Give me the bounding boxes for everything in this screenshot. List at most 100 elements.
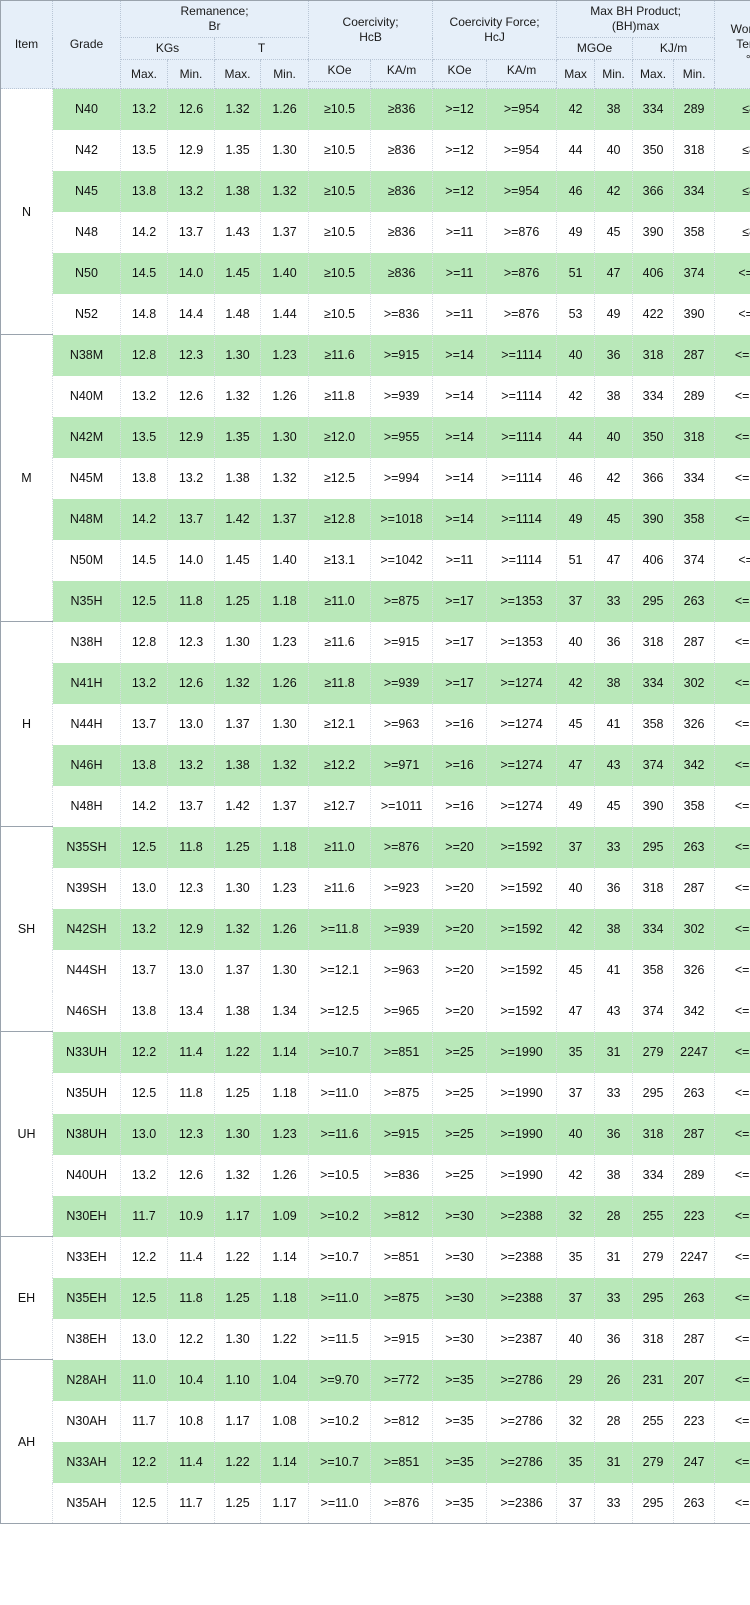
cell-hcb-kam: ≥836 — [370, 88, 434, 130]
cell-grade: N46SH — [52, 990, 121, 1032]
cell-working-temp: <=120 — [714, 785, 750, 827]
cell-br-t-min: 1.22 — [260, 1318, 310, 1360]
cell-working-temp: <=150 — [714, 990, 750, 1032]
cell-bh-mgoe-min: 33 — [594, 580, 634, 622]
cell-bh-mgoe-max: 42 — [556, 662, 596, 704]
cell-br-t-min: 1.14 — [260, 1236, 310, 1278]
table-row: N44SH 13.7 13.0 1.37 1.30 >=12.1 >=963 >=20 >=15… — [1, 949, 750, 991]
cell-working-temp: <=100 — [714, 375, 750, 417]
cell-bh-mgoe-max: 37 — [556, 1277, 596, 1319]
cell-working-temp: <=200 — [714, 1318, 750, 1360]
cell-bh-mgoe-min: 38 — [594, 88, 634, 130]
cell-br-t-min: 1.18 — [260, 826, 310, 868]
cell-br-kgs-min: 12.3 — [167, 1113, 215, 1155]
cell-br-kgs-min: 10.9 — [167, 1195, 215, 1237]
cell-br-t-max: 1.30 — [214, 621, 261, 663]
cell-br-kgs-max: 13.2 — [120, 1154, 168, 1196]
cell-hcj-koe: >=17 — [432, 621, 488, 663]
cell-hcb-koe: ≥12.1 — [308, 703, 372, 745]
col-header-bh-kjm-min: Min. — [673, 59, 716, 89]
col-header-remanence: Remanence; Br — [120, 0, 310, 38]
cell-hcb-kam: >=836 — [370, 1154, 434, 1196]
cell-hcb-koe: ≥12.0 — [308, 416, 372, 458]
cell-br-t-max: 1.25 — [214, 1482, 261, 1524]
cell-hcj-kam: >=1592 — [486, 949, 558, 991]
cell-bh-mgoe-max: 46 — [556, 457, 596, 499]
cell-bh-kjm-max: 334 — [632, 88, 675, 130]
cell-bh-kjm-max: 374 — [632, 744, 675, 786]
cell-hcj-koe: >=17 — [432, 662, 488, 704]
cell-bh-kjm-min: 289 — [673, 88, 716, 130]
cell-br-t-min: 1.26 — [260, 662, 310, 704]
table-row: N41H 13.2 12.6 1.32 1.26 ≥11.8 >=939 >=17 >=1274… — [1, 662, 750, 704]
cell-br-kgs-min: 12.3 — [167, 621, 215, 663]
cell-hcb-kam: >=915 — [370, 621, 434, 663]
cell-grade: N44SH — [52, 949, 121, 991]
cell-hcb-kam: >=851 — [370, 1031, 434, 1073]
cell-bh-mgoe-max: 35 — [556, 1441, 596, 1483]
cell-bh-kjm-max: 334 — [632, 375, 675, 417]
cell-hcb-koe: >=10.5 — [308, 1154, 372, 1196]
table-row: N48H 14.2 13.7 1.42 1.37 ≥12.7 >=1011 >=16 >=127… — [1, 785, 750, 827]
cell-bh-mgoe-max: 37 — [556, 580, 596, 622]
cell-br-kgs-min: 11.8 — [167, 826, 215, 868]
cell-bh-kjm-min: 287 — [673, 1318, 716, 1360]
cell-grade: N28AH — [52, 1359, 121, 1401]
cell-working-temp: <=120 — [714, 703, 750, 745]
cell-br-kgs-min: 13.0 — [167, 703, 215, 745]
table-row: N44H 13.7 13.0 1.37 1.30 ≥12.1 >=963 >=16 >=1274… — [1, 703, 750, 745]
cell-bh-kjm-min: 342 — [673, 744, 716, 786]
cell-grade: N35EH — [52, 1277, 121, 1319]
col-header-br-t-min: Min. — [260, 59, 310, 89]
cell-br-t-min: 1.32 — [260, 457, 310, 499]
cell-hcj-kam: >=876 — [486, 293, 558, 335]
col-header-bh-mgoe-max: Max — [556, 59, 596, 89]
cell-working-temp: <=80 — [714, 539, 750, 581]
cell-bh-mgoe-min: 38 — [594, 908, 634, 950]
cell-grade: N35AH — [52, 1482, 121, 1524]
magnet-grade-spec-table: Item Grade Remanence; Br Coercivity; HcB… — [0, 0, 750, 1524]
cell-bh-kjm-min: 287 — [673, 621, 716, 663]
cell-br-kgs-max: 12.5 — [120, 826, 168, 868]
cell-bh-kjm-min: 287 — [673, 1113, 716, 1155]
cell-working-temp: <=120 — [714, 662, 750, 704]
cell-br-kgs-min: 10.8 — [167, 1400, 215, 1442]
cell-hcb-koe: ≥11.6 — [308, 867, 372, 909]
header-row-groups: Item Grade Remanence; Br Coercivity; HcB… — [0, 0, 750, 89]
cell-br-kgs-min: 14.0 — [167, 539, 215, 581]
cell-hcb-kam: >=915 — [370, 1318, 434, 1360]
cell-br-t-min: 1.18 — [260, 1072, 310, 1114]
cell-br-t-max: 1.38 — [214, 457, 261, 499]
cell-bh-kjm-min: 318 — [673, 416, 716, 458]
cell-hcj-koe: >=30 — [432, 1277, 488, 1319]
cell-working-temp: <=150 — [714, 826, 750, 868]
cell-br-t-max: 1.17 — [214, 1195, 261, 1237]
cell-br-kgs-min: 12.6 — [167, 662, 215, 704]
cell-hcj-kam: >=876 — [486, 252, 558, 294]
cell-hcj-kam: >=1990 — [486, 1113, 558, 1155]
cell-hcj-koe: >=30 — [432, 1318, 488, 1360]
cell-working-temp: <=180 — [714, 1072, 750, 1114]
cell-bh-mgoe-max: 40 — [556, 1113, 596, 1155]
cell-bh-kjm-max: 279 — [632, 1441, 675, 1483]
cell-bh-kjm-min: 2247 — [673, 1031, 716, 1073]
cell-hcb-koe: ≥11.8 — [308, 375, 372, 417]
cell-br-t-min: 1.08 — [260, 1400, 310, 1442]
cell-hcb-koe: ≥12.5 — [308, 457, 372, 499]
col-header-bh-mgoe: MGOe — [556, 37, 634, 60]
cell-br-t-max: 1.45 — [214, 252, 261, 294]
table-row: N42 13.5 12.9 1.35 1.30 ≥10.5 ≥836 >=12 >=954 44 4… — [1, 129, 750, 171]
cell-bh-kjm-max: 390 — [632, 498, 675, 540]
cell-bh-mgoe-max: 37 — [556, 1482, 596, 1524]
cell-br-t-min: 1.23 — [260, 867, 310, 909]
cell-bh-mgoe-max: 40 — [556, 621, 596, 663]
cell-bh-kjm-max: 366 — [632, 457, 675, 499]
cell-working-temp: ≤80 — [714, 170, 750, 212]
cell-hcj-koe: >=20 — [432, 990, 488, 1032]
cell-bh-mgoe-max: 40 — [556, 334, 596, 376]
cell-hcb-kam: >=836 — [370, 293, 434, 335]
cell-bh-kjm-max: 358 — [632, 949, 675, 991]
cell-br-t-max: 1.32 — [214, 662, 261, 704]
cell-hcb-koe: ≥11.8 — [308, 662, 372, 704]
cell-hcb-koe: >=11.0 — [308, 1277, 372, 1319]
